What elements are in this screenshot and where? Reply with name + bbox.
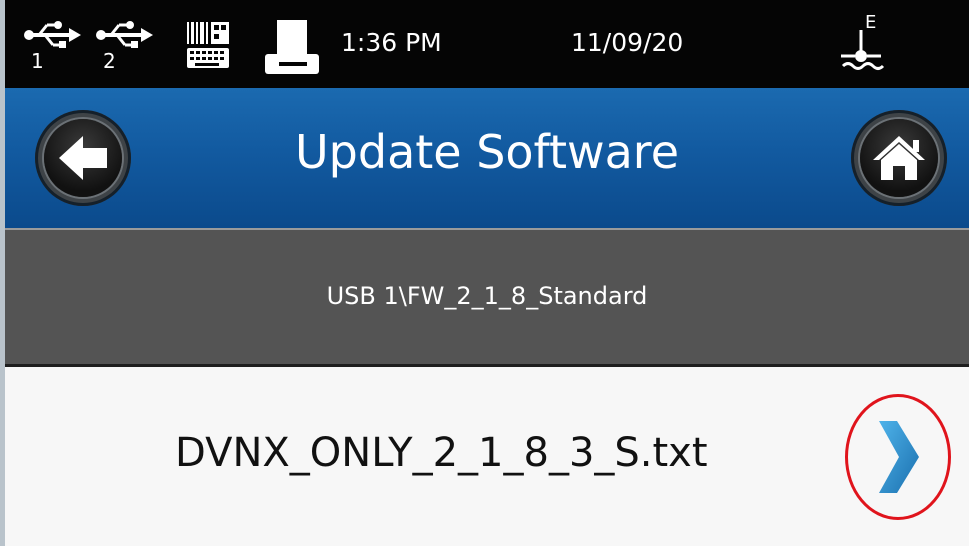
home-icon	[873, 136, 925, 180]
file-list-item[interactable]: DVNX_ONLY_2_1_8_3_S.txt	[5, 367, 969, 546]
title-bar: Update Software	[5, 88, 969, 228]
printer-icon	[265, 20, 319, 74]
app-window: 1 2 1:36 PM 11/09/20 E Update Software U…	[0, 0, 969, 546]
ink-level-label: E	[865, 12, 876, 33]
highlight-circle	[845, 394, 951, 520]
usb-1-indicator: 1	[23, 18, 83, 78]
status-bar: 1 2 1:36 PM 11/09/20 E	[5, 0, 969, 88]
status-date: 11/09/20	[571, 28, 684, 57]
usb-1-number: 1	[31, 49, 44, 73]
barcode-keyboard-icon	[187, 22, 229, 68]
page-title: Update Software	[295, 125, 679, 179]
current-path: USB 1\FW_2_1_8_Standard	[326, 282, 648, 310]
ink-level-indicator: E	[835, 10, 891, 84]
status-time: 1:36 PM	[341, 28, 442, 57]
usb-icon	[96, 21, 153, 48]
ink-level-icon: E	[841, 12, 885, 70]
scanner-indicator	[185, 20, 233, 76]
usb-2-indicator: 2	[95, 18, 155, 78]
file-name: DVNX_ONLY_2_1_8_3_S.txt	[175, 430, 708, 476]
home-button[interactable]	[851, 110, 947, 206]
usb-2-number: 2	[103, 49, 116, 73]
path-bar: USB 1\FW_2_1_8_Standard	[5, 228, 969, 364]
usb-icon	[24, 21, 81, 48]
printer-indicator	[263, 18, 323, 84]
